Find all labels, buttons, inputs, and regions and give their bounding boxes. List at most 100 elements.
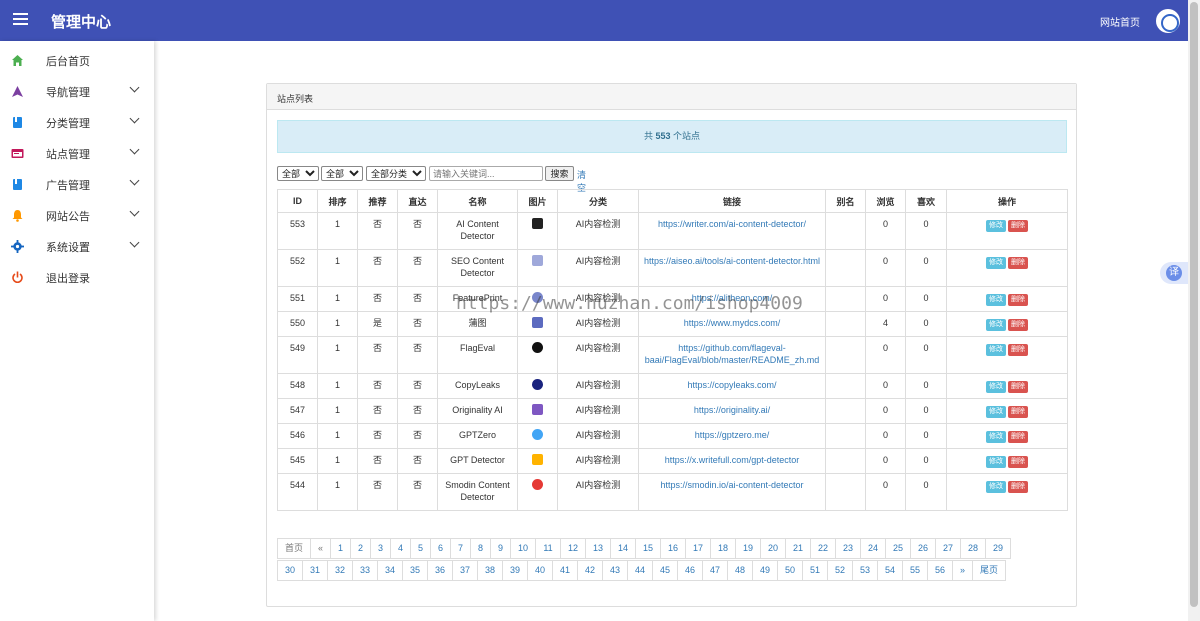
page-link[interactable]: 19: [735, 538, 761, 559]
link-cell[interactable]: https://x.writefull.com/gpt-detector: [638, 448, 826, 474]
page-link[interactable]: 25: [885, 538, 911, 559]
page-link[interactable]: 10: [510, 538, 536, 559]
edit-button[interactable]: 修改: [986, 431, 1006, 443]
page-link[interactable]: 41: [552, 560, 578, 581]
page-link[interactable]: 51: [802, 560, 828, 581]
link-cell[interactable]: https://originality.ai/: [638, 398, 826, 424]
page-link[interactable]: 2: [350, 538, 371, 559]
edit-button[interactable]: 修改: [986, 406, 1006, 418]
page-link[interactable]: 16: [660, 538, 686, 559]
delete-button[interactable]: 删除: [1008, 294, 1028, 306]
page-link[interactable]: 15: [635, 538, 661, 559]
delete-button[interactable]: 删除: [1008, 220, 1028, 232]
search-button[interactable]: 搜索: [545, 166, 574, 181]
page-link[interactable]: 26: [910, 538, 936, 559]
page-link[interactable]: 13: [585, 538, 611, 559]
page-link[interactable]: 30: [277, 560, 303, 581]
page-scrollbar[interactable]: [1188, 0, 1200, 621]
page-link[interactable]: 47: [702, 560, 728, 581]
delete-button[interactable]: 删除: [1008, 456, 1028, 468]
page-link[interactable]: 56: [927, 560, 953, 581]
page-link[interactable]: 52: [827, 560, 853, 581]
page-link[interactable]: 54: [877, 560, 903, 581]
page-link[interactable]: 44: [627, 560, 653, 581]
sidebar-item-5[interactable]: 广告管理: [0, 169, 154, 200]
menu-icon[interactable]: [13, 13, 28, 26]
page-link[interactable]: 14: [610, 538, 636, 559]
page-link[interactable]: 4: [390, 538, 411, 559]
sidebar-item-3[interactable]: 分类管理: [0, 107, 154, 138]
page-link[interactable]: 首页: [277, 538, 311, 559]
page-link[interactable]: »: [952, 560, 973, 581]
search-input[interactable]: [429, 166, 543, 181]
page-link[interactable]: 24: [860, 538, 886, 559]
filter-select-2[interactable]: 全部: [321, 166, 363, 181]
page-link[interactable]: 48: [727, 560, 753, 581]
page-link[interactable]: 46: [677, 560, 703, 581]
link-cell[interactable]: https://copyleaks.com/: [638, 373, 826, 399]
link-cell[interactable]: https://www.mydcs.com/: [638, 311, 826, 337]
avatar[interactable]: [1156, 9, 1180, 33]
edit-button[interactable]: 修改: [986, 456, 1006, 468]
page-link[interactable]: 32: [327, 560, 353, 581]
page-link[interactable]: 22: [810, 538, 836, 559]
page-link[interactable]: 3: [370, 538, 391, 559]
edit-button[interactable]: 修改: [986, 257, 1006, 269]
sidebar-item-6[interactable]: 网站公告: [0, 200, 154, 231]
sidebar-item-7[interactable]: 系统设置: [0, 231, 154, 262]
edit-button[interactable]: 修改: [986, 220, 1006, 232]
edit-button[interactable]: 修改: [986, 381, 1006, 393]
page-link[interactable]: 49: [752, 560, 778, 581]
page-link[interactable]: 27: [935, 538, 961, 559]
page-link[interactable]: 8: [470, 538, 491, 559]
page-link[interactable]: 40: [527, 560, 553, 581]
page-link[interactable]: 23: [835, 538, 861, 559]
link-cell[interactable]: https://smodin.io/ai-content-detector: [638, 473, 826, 511]
link-cell[interactable]: https://aiseo.ai/tools/ai-content-detect…: [638, 249, 826, 287]
page-link[interactable]: 28: [960, 538, 986, 559]
page-link[interactable]: 6: [430, 538, 451, 559]
link-cell[interactable]: https://writer.com/ai-content-detector/: [638, 212, 826, 250]
page-link[interactable]: 34: [377, 560, 403, 581]
page-link[interactable]: 7: [450, 538, 471, 559]
delete-button[interactable]: 删除: [1008, 319, 1028, 331]
filter-select-1[interactable]: 全部: [277, 166, 319, 181]
category-select[interactable]: 全部分类: [366, 166, 426, 181]
page-link[interactable]: 9: [490, 538, 511, 559]
page-link[interactable]: 29: [985, 538, 1011, 559]
site-home-link[interactable]: 网站首页: [1100, 14, 1140, 29]
page-link[interactable]: 17: [685, 538, 711, 559]
link-cell[interactable]: https://github.com/flageval-baai/FlagEva…: [638, 336, 826, 374]
page-link[interactable]: 37: [452, 560, 478, 581]
scrollbar-thumb[interactable]: [1190, 2, 1198, 607]
page-link[interactable]: 11: [535, 538, 561, 559]
page-link[interactable]: 53: [852, 560, 878, 581]
edit-button[interactable]: 修改: [986, 481, 1006, 493]
page-link[interactable]: 21: [785, 538, 811, 559]
delete-button[interactable]: 删除: [1008, 257, 1028, 269]
delete-button[interactable]: 删除: [1008, 406, 1028, 418]
page-link[interactable]: 45: [652, 560, 678, 581]
edit-button[interactable]: 修改: [986, 319, 1006, 331]
delete-button[interactable]: 删除: [1008, 431, 1028, 443]
delete-button[interactable]: 删除: [1008, 344, 1028, 356]
page-link[interactable]: 55: [902, 560, 928, 581]
edit-button[interactable]: 修改: [986, 294, 1006, 306]
page-link[interactable]: 36: [427, 560, 453, 581]
page-link[interactable]: 1: [330, 538, 351, 559]
page-link[interactable]: 33: [352, 560, 378, 581]
page-link[interactable]: 42: [577, 560, 603, 581]
translate-button[interactable]: 译: [1160, 262, 1188, 284]
page-link[interactable]: 20: [760, 538, 786, 559]
sidebar-item-1[interactable]: 后台首页: [0, 45, 154, 76]
sidebar-item-8[interactable]: 退出登录: [0, 262, 154, 293]
page-link[interactable]: 31: [302, 560, 328, 581]
delete-button[interactable]: 删除: [1008, 381, 1028, 393]
page-link[interactable]: 35: [402, 560, 428, 581]
edit-button[interactable]: 修改: [986, 344, 1006, 356]
page-link[interactable]: 尾页: [972, 560, 1006, 581]
page-link[interactable]: 18: [710, 538, 736, 559]
page-link[interactable]: «: [310, 538, 331, 559]
sidebar-item-2[interactable]: 导航管理: [0, 76, 154, 107]
delete-button[interactable]: 删除: [1008, 481, 1028, 493]
